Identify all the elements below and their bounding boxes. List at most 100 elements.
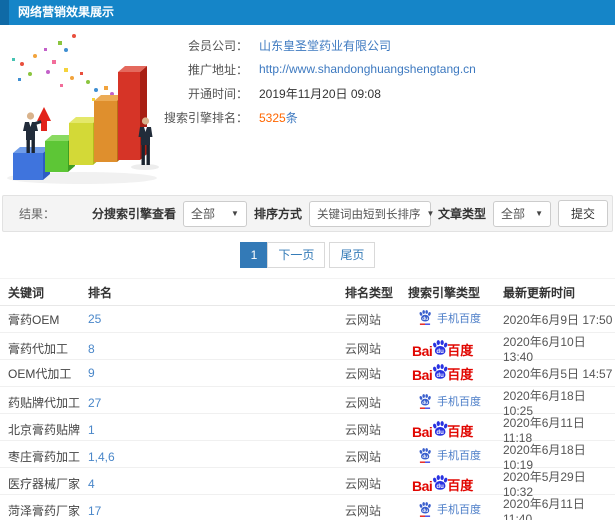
table-row: 北京膏药贴牌 1 云网站 Bai du 百度 2020年6月11日 11:18 bbox=[0, 414, 615, 445]
engine-type-cell: du 手机百度 bbox=[408, 309, 503, 329]
rank-link[interactable]: 4 bbox=[88, 477, 345, 491]
svg-text:du: du bbox=[437, 347, 445, 354]
page-last-button[interactable]: 尾页 bbox=[329, 242, 376, 268]
col-header-rank-type: 排名类型 bbox=[345, 285, 394, 300]
keyword-cell: 膏药OEM bbox=[8, 312, 60, 327]
baidu-logo-text-cn: 百度 bbox=[447, 477, 474, 493]
mobile-baidu-paw-icon: du bbox=[419, 393, 431, 409]
rank-link[interactable]: 25 bbox=[88, 312, 345, 326]
page-next-button[interactable]: 下一页 bbox=[267, 242, 326, 268]
engine-rank-row: 搜索引擎排名： 5325条 bbox=[158, 105, 476, 129]
engine-rank-label: 搜索引擎排名： bbox=[163, 110, 248, 125]
baidu-logo-text-cn: 百度 bbox=[447, 423, 474, 439]
engine-type-cell: du 手机百度 bbox=[408, 501, 503, 520]
col-header-engine-type: 搜索引擎类型 bbox=[408, 285, 481, 300]
mobile-baidu-paw-icon: du bbox=[419, 310, 431, 325]
rank-link[interactable]: 17 bbox=[88, 504, 345, 518]
engine-type-cell: Bai du 百度 bbox=[408, 339, 503, 359]
table-row: 膏药OEM 25 云网站 du 手机百度 2020年6月9日 17:50 bbox=[0, 306, 615, 333]
sort-selected-value: 关键词由短到长排序 bbox=[316, 208, 421, 221]
baidu-logo-text-bai: Bai bbox=[412, 367, 433, 383]
updated-cell: 2020年6月5日 14:57 bbox=[503, 366, 613, 381]
mobile-baidu-label: 手机百度 bbox=[437, 450, 481, 462]
keyword-cell: 医疗器械厂家 bbox=[8, 477, 81, 491]
mobile-baidu-label: 手机百度 bbox=[437, 396, 481, 408]
engine-view-label: 分搜索引擎查看 bbox=[91, 207, 176, 221]
engine-view-select[interactable]: 全部 ▼ bbox=[182, 200, 247, 227]
sort-label: 排序方式 bbox=[253, 207, 302, 221]
rank-link[interactable]: 9 bbox=[88, 366, 345, 380]
rank-link[interactable]: 1 bbox=[88, 423, 345, 437]
keyword-cell: 膏药代加工 bbox=[8, 342, 69, 356]
rank-link[interactable]: 27 bbox=[88, 396, 345, 410]
up-arrow bbox=[37, 107, 51, 131]
baidu-logo-icon: Bai du 百度 bbox=[412, 339, 473, 358]
mobile-baidu-icon: du 手机百度 bbox=[418, 393, 481, 410]
promo-url-row: 推广地址： http://www.shandonghuangshengtang.… bbox=[158, 57, 476, 81]
page-title: 网络营销效果展示 bbox=[18, 5, 115, 19]
table-row: OEM代加工 9 云网站 Bai du 百度 2020年6月5日 14:57 bbox=[0, 360, 615, 387]
baidu-logo-text-cn: 百度 bbox=[447, 342, 474, 358]
keyword-cell: 北京膏药贴牌 bbox=[8, 423, 81, 437]
info-rows: 会员公司： 山东皇圣堂药业有限公司 推广地址： http://www.shand… bbox=[158, 33, 476, 129]
baidu-logo-text-cn: 百度 bbox=[447, 367, 474, 382]
baidu-logo-icon: Bai du 百度 bbox=[412, 420, 473, 439]
keyword-cell: 药贴牌代加工 bbox=[8, 396, 81, 410]
growth-bar-chart-illustration bbox=[0, 28, 180, 188]
table-header-row: 关键词 排名 排名类型 搜索引擎类型 最新更新时间 bbox=[0, 278, 615, 306]
table-row: 菏泽膏药厂家 17 云网站 du 手机百度 2020年6月11日 11:40 bbox=[0, 495, 615, 520]
titlebar-accent bbox=[0, 0, 9, 25]
rank-type-cell: 云网站 bbox=[345, 342, 382, 356]
svg-text:du: du bbox=[437, 482, 445, 489]
filter-bar: 结果： 分搜索引擎查看 全部 ▼ 排序方式 关键词由短到长排序 ▼ 文章类型 全… bbox=[2, 195, 613, 232]
filter-controls: 分搜索引擎查看 全部 ▼ 排序方式 关键词由短到长排序 ▼ 文章类型 全部 ▼ … bbox=[92, 196, 608, 231]
article-type-selected-value: 全部 bbox=[501, 207, 526, 221]
svg-text:du: du bbox=[422, 316, 428, 322]
table-row: 医疗器械厂家 4 云网站 Bai du 百度 2020年5月29日 10:32 bbox=[0, 468, 615, 499]
svg-text:du: du bbox=[437, 372, 445, 379]
rank-link[interactable]: 8 bbox=[88, 342, 345, 356]
engine-rank-unit[interactable]: 条 bbox=[286, 111, 298, 125]
keyword-cell: OEM代加工 bbox=[8, 366, 72, 381]
rank-type-cell: 云网站 bbox=[345, 312, 382, 327]
engine-type-cell: du 手机百度 bbox=[408, 393, 503, 413]
keyword-cell: 枣庄膏药加工 bbox=[8, 450, 81, 464]
company-label: 会员公司： bbox=[187, 38, 248, 53]
company-row: 会员公司： 山东皇圣堂药业有限公司 bbox=[158, 33, 476, 57]
mobile-baidu-label: 手机百度 bbox=[437, 312, 481, 325]
col-header-keyword: 关键词 bbox=[8, 285, 45, 300]
baidu-logo-text-bai: Bai bbox=[412, 423, 433, 440]
mobile-baidu-icon: du 手机百度 bbox=[418, 309, 481, 326]
open-time-value: 2019年11月20日 09:08 bbox=[259, 86, 381, 101]
svg-text:du: du bbox=[437, 428, 445, 435]
engine-rank-count[interactable]: 5325条 bbox=[259, 109, 298, 126]
engine-type-cell: Bai du 百度 bbox=[408, 420, 503, 440]
rank-type-cell: 云网站 bbox=[345, 423, 382, 437]
promo-url-link[interactable]: http://www.shandonghuangshengtang.cn bbox=[259, 62, 476, 76]
table-row: 药贴牌代加工 27 云网站 du 手机百度 2020年6月18日 10:25 bbox=[0, 387, 615, 418]
updated-cell: 2020年6月10日 13:40 bbox=[503, 335, 586, 364]
engine-view-selected-value: 全部 bbox=[190, 207, 215, 221]
mobile-baidu-icon: du 手机百度 bbox=[418, 447, 481, 464]
sort-select[interactable]: 关键词由短到长排序 ▼ bbox=[308, 200, 434, 227]
submit-button[interactable]: 提交 bbox=[558, 200, 608, 227]
svg-text:du: du bbox=[422, 508, 428, 514]
article-type-label: 文章类型 bbox=[437, 207, 486, 221]
rank-link[interactable]: 1,4,6 bbox=[88, 450, 345, 464]
rank-type-cell: 云网站 bbox=[345, 450, 382, 464]
promo-url-label: 推广地址： bbox=[187, 62, 248, 77]
mobile-baidu-icon: du 手机百度 bbox=[418, 501, 481, 518]
info-section: 会员公司： 山东皇圣堂药业有限公司 推广地址： http://www.shand… bbox=[0, 25, 615, 194]
baidu-logo-text-bai: Bai bbox=[412, 477, 433, 494]
table-body: 膏药OEM 25 云网站 du 手机百度 2020年6月9日 17:50 膏药代加工 8… bbox=[0, 306, 615, 520]
svg-text:du: du bbox=[422, 400, 428, 406]
article-type-select[interactable]: 全部 ▼ bbox=[493, 200, 551, 227]
rank-type-cell: 云网站 bbox=[345, 477, 382, 491]
company-link[interactable]: 山东皇圣堂药业有限公司 bbox=[259, 37, 391, 54]
page-current[interactable]: 1 bbox=[239, 242, 269, 268]
baidu-logo-icon: Bai du 百度 bbox=[412, 474, 473, 493]
rank-type-cell: 云网站 bbox=[345, 366, 382, 381]
app-window: 网络营销效果展示 会员公司： 山东皇圣堂药业有限公司 推广地址： http://… bbox=[0, 0, 615, 520]
pagination: 1 下一页 尾页 bbox=[0, 232, 615, 278]
rank-type-cell: 云网站 bbox=[345, 396, 382, 410]
